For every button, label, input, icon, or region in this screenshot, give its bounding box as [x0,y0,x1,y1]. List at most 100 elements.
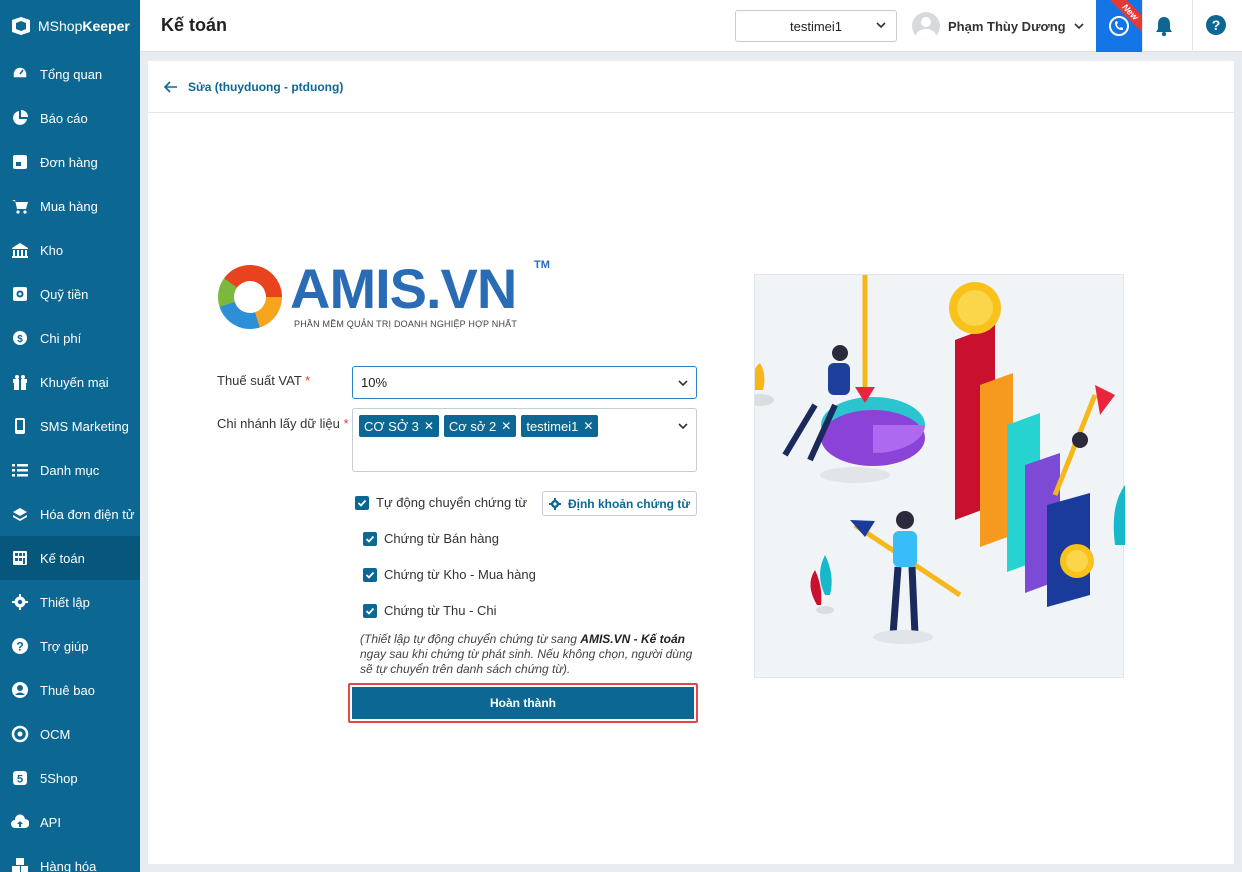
sidebar-item-13[interactable]: ? Trợ giúp [0,624,140,668]
support-button[interactable]: New [1096,0,1142,52]
sidebar-item-label: Tổng quan [40,66,103,82]
sidebar-item-12[interactable]: Thiết lập [0,580,140,624]
sidebar-item-14[interactable]: Thuê bao [0,668,140,712]
svg-text:?: ? [16,640,23,654]
config-voucher-button[interactable]: Định khoản chứng từ [542,491,697,516]
cart-icon [10,196,30,216]
sidebar-item-label: SMS Marketing [40,418,129,434]
sidebar-item-label: Quỹ tiền [40,286,89,302]
remove-tag-icon[interactable]: ✕ [583,419,593,433]
sidebar-item-9[interactable]: Danh mục [0,448,140,492]
auto-transfer-note: (Thiết lập tự động chuyển chứng từ sang … [360,632,700,677]
back-arrow-icon[interactable] [164,80,178,93]
help-icon[interactable]: ? [1206,15,1226,35]
chevron-down-icon [1074,23,1084,30]
mshopkeeper-logo-icon [12,17,30,35]
voucher-type-label: Chứng từ Kho - Mua hàng [384,567,536,582]
chevron-down-icon [876,22,886,29]
sidebar-item-0[interactable]: Tổng quan [0,52,140,96]
illustration [746,265,1125,678]
sidebar-item-16[interactable]: 5 5Shop [0,756,140,800]
phone-icon [10,416,30,436]
sidebar-item-4[interactable]: Kho [0,228,140,272]
note-bold: AMIS.VN - Kế toán [580,632,685,646]
sidebar-item-11[interactable]: Kế toán [0,536,140,580]
user-icon [10,680,30,700]
submit-button[interactable]: Hoàn thành [348,683,698,723]
branch-tag-label: CƠ SỞ 3 [364,418,419,434]
auto-transfer-checkbox[interactable]: Tự động chuyển chứng từ [355,495,527,510]
voucher-type-checkbox[interactable]: Chứng từ Bán hàng [363,531,499,546]
boxes-icon [10,856,30,872]
vat-select[interactable]: 10% [352,366,697,399]
avatar [912,12,940,40]
sidebar-item-15[interactable]: OCM [0,712,140,756]
voucher-type-checkbox[interactable]: Chứng từ Thu - Chi [363,603,497,618]
bell-icon[interactable] [1154,15,1174,37]
voucher-type-checkbox[interactable]: Chứng từ Kho - Mua hàng [363,567,536,582]
sidebar-item-label: OCM [40,726,71,742]
sidebar-item-6[interactable]: $ Chi phí [0,316,140,360]
branch-select[interactable]: testimei1 [735,10,897,42]
checkbox-checked-icon [363,567,377,582]
vat-label: Thuế suất VAT * [217,373,310,388]
safe-icon [10,284,30,304]
header-divider [1192,0,1193,52]
brand-prefix: MShop [38,18,83,34]
branch-label: Chi nhánh lấy dữ liệu * [217,416,349,431]
amis-logo-word: AMIS.VN [290,257,517,320]
branch-tag-label: Cơ sở 2 [448,418,497,434]
sidebar: MShopKeeper Tổng quan Báo cáo Đơn hàng Mua … [0,0,140,872]
gift-icon [10,372,30,392]
gear-icon [548,497,561,510]
sidebar-item-label: Khuyến mại [40,374,109,390]
config-voucher-label: Định khoản chứng từ [567,496,691,511]
invoice-icon [10,504,30,524]
back-title[interactable]: Sửa (thuyduong - ptduong) [188,80,343,94]
sidebar-item-label: 5Shop [40,770,78,786]
list-icon [10,460,30,480]
help-icon: ? [10,636,30,656]
remove-tag-icon[interactable]: ✕ [501,419,511,433]
sidebar-item-label: Mua hàng [40,198,98,214]
branch-multiselect[interactable]: CƠ SỞ 3 ✕ Cơ sở 2 ✕ testimei1 ✕ [352,408,697,472]
voucher-type-label: Chứng từ Bán hàng [384,531,499,546]
remove-tag-icon[interactable]: ✕ [424,419,434,433]
sidebar-item-label: Báo cáo [40,110,88,126]
sidebar-item-1[interactable]: Báo cáo [0,96,140,140]
sidebar-item-18[interactable]: Hàng hóa [0,844,140,872]
amis-logo-tagline: PHẦN MỀM QUẢN TRỊ DOANH NGHIỆP HỢP NHẤT [294,319,518,329]
header-divider [1142,0,1143,52]
pie-chart-icon [10,108,30,128]
cloud-upload-icon [10,812,30,832]
breadcrumb: Sửa (thuyduong - ptduong) [148,61,1234,113]
branch-label-text: Chi nhánh lấy dữ liệu [217,416,340,431]
shop-icon: 5 [10,768,30,788]
user-menu[interactable]: Phạm Thùy Dương [912,12,1084,40]
order-icon [10,152,30,172]
sidebar-item-2[interactable]: Đơn hàng [0,140,140,184]
sidebar-item-10[interactable]: Hóa đơn điện tử [0,492,140,536]
top-header: Kế toán testimei1 Phạm Thùy Dương New ? [140,0,1242,52]
sidebar-item-label: Kho [40,242,64,258]
sidebar-item-5[interactable]: Quỹ tiền [0,272,140,316]
brand[interactable]: MShopKeeper [0,0,140,52]
sidebar-item-3[interactable]: Mua hàng [0,184,140,228]
note-suffix: ngay sau khi chứng từ phát sinh. Nếu khô… [360,647,693,676]
sidebar-item-label: Trợ giúp [40,638,89,654]
finance-illustration-image [746,265,1125,644]
chevron-down-icon [678,423,688,430]
sidebar-item-label: Hàng hóa [40,858,97,872]
user-name: Phạm Thùy Dương [948,18,1066,34]
chevron-down-icon [678,380,688,387]
vat-select-value: 10% [361,375,388,390]
auto-transfer-label: Tự động chuyển chứng từ [376,495,528,510]
ocm-icon [10,724,30,744]
sidebar-item-8[interactable]: SMS Marketing [0,404,140,448]
sidebar-item-17[interactable]: API [0,800,140,844]
sidebar-item-7[interactable]: Khuyến mại [0,360,140,404]
amis-logo: AMIS.VN TM PHẦN MỀM QUẢN TRỊ DOANH NGHIỆ… [218,257,550,339]
warehouse-icon [10,240,30,260]
phone-support-icon [1109,16,1129,36]
required-mark: * [305,373,311,388]
